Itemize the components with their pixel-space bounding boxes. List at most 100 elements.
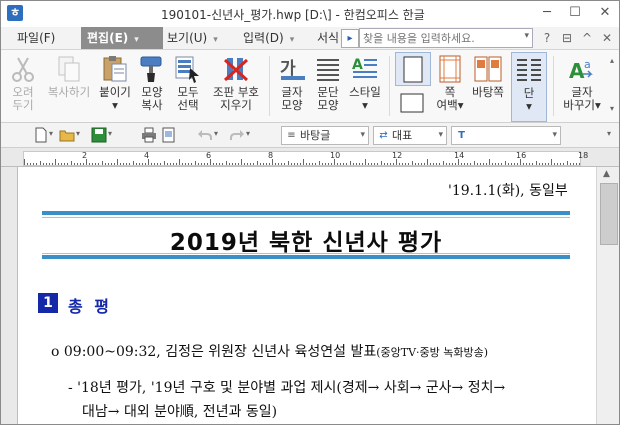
print-preview-icon[interactable] xyxy=(161,127,177,143)
ruler-tick xyxy=(95,163,97,165)
menu-view[interactable]: 보기(U) ▾ xyxy=(161,27,224,49)
page-orientation-button[interactable] xyxy=(395,88,429,118)
ruler-tick xyxy=(489,159,490,165)
change-case-button[interactable]: Aa 글자 바꾸기▾ xyxy=(559,52,605,120)
close-button[interactable]: ✕ xyxy=(593,3,617,23)
ribbon: 오려 두기 복사하기 붙이기 ▾ 모양 복사 모두 선택 조판 부호 지우기 가… xyxy=(1,50,619,123)
ruler-tick xyxy=(222,163,224,165)
ruler-tick xyxy=(358,163,360,165)
ribbon-scroll-down-icon[interactable]: ▾ xyxy=(607,104,617,114)
brush-icon xyxy=(137,54,167,84)
style-button[interactable]: A 스타일 ▾ xyxy=(347,52,383,120)
format-painter-button[interactable]: 모양 복사 xyxy=(135,52,169,120)
paste-button[interactable]: 붙이기 ▾ xyxy=(97,52,133,120)
font-language-dropdown-icon[interactable]: ▾ xyxy=(438,127,443,144)
ruler-tick xyxy=(448,163,450,165)
ruler-tick xyxy=(160,163,162,165)
toolbar-more-icon[interactable]: ▾ xyxy=(607,129,611,138)
scrollbar-thumb[interactable] xyxy=(600,183,618,245)
ruler-tick xyxy=(293,163,295,165)
redo-icon[interactable] xyxy=(229,127,245,143)
ruler-tick xyxy=(259,163,261,165)
close-document-icon[interactable]: ✕ xyxy=(599,30,615,46)
font-combo-dropdown-icon[interactable]: ▾ xyxy=(552,127,557,144)
ruler-tick xyxy=(554,163,556,165)
ruler-tick xyxy=(461,163,463,165)
master-page-label: 바탕쪽 xyxy=(472,85,504,99)
maximize-button[interactable]: ☐ xyxy=(563,3,587,23)
minimize-button[interactable]: ─ xyxy=(535,3,559,23)
ruler-tick xyxy=(361,163,363,165)
menu-format[interactable]: 서식 xyxy=(311,27,345,49)
undo-dropdown-icon[interactable]: ▾ xyxy=(214,129,218,138)
ruler-tick xyxy=(349,161,351,165)
help-icon[interactable]: ? xyxy=(539,30,555,46)
ruler-tick xyxy=(135,163,137,165)
ruler-tick xyxy=(281,163,283,165)
ruler-tick xyxy=(216,163,218,165)
vertical-scrollbar[interactable]: ▲ xyxy=(596,167,619,424)
style-icon: A xyxy=(350,54,380,84)
open-dropdown-icon[interactable]: ▾ xyxy=(76,129,80,138)
remove-markup-button[interactable]: 조판 부호 지우기 xyxy=(207,52,265,120)
master-page-button[interactable]: 바탕쪽 xyxy=(469,52,507,120)
ruler-tick xyxy=(107,163,109,165)
ruler-tick xyxy=(237,163,239,165)
horizontal-ruler[interactable]: 2 4 6 8 10 12 14 16 18 xyxy=(1,148,619,167)
paragraph-style-icon: ≡ xyxy=(287,130,296,141)
ruler-tick xyxy=(275,163,277,165)
vertical-ruler[interactable] xyxy=(1,167,18,424)
sub-bullet-line-1: - '18년 평가, '19년 구호 및 분야별 과업 제시(경제→ 사회→ 군… xyxy=(68,380,506,396)
style-combo-dropdown-icon[interactable]: ▾ xyxy=(360,127,365,144)
menu-insert[interactable]: 입력(D) ▾ xyxy=(237,27,300,49)
ruler-tick xyxy=(203,163,205,165)
help-search-input[interactable] xyxy=(360,29,516,47)
document-page[interactable]: '19.1.1(화), 동일부 2019년 북한 신년사 평가 1 총 평 o … xyxy=(18,167,595,424)
font-combo[interactable]: T ▾ xyxy=(451,126,561,145)
more-menu-button[interactable]: ▸ xyxy=(341,29,359,48)
scroll-up-icon[interactable]: ▲ xyxy=(603,169,610,179)
search-dropdown-icon[interactable]: ▾ xyxy=(524,31,529,41)
style-dropdown-icon[interactable]: ▾ xyxy=(347,99,383,112)
save-icon[interactable] xyxy=(91,127,107,143)
ruler-tick xyxy=(82,163,84,165)
ruler-tick xyxy=(185,163,187,165)
page-icon xyxy=(398,55,428,85)
ruler-tick xyxy=(433,163,435,165)
new-document-icon[interactable] xyxy=(33,127,49,143)
ruler-number: 8 xyxy=(268,151,274,160)
restore-ribbon-icon[interactable]: ⊟ xyxy=(559,30,575,46)
style-combo[interactable]: ≡ 바탕글 ▾ xyxy=(281,126,369,145)
menu-file[interactable]: 파일(F) xyxy=(11,27,61,49)
ribbon-separator xyxy=(389,56,390,116)
font-language-icon: ⇄ xyxy=(379,130,388,141)
chevron-down-icon: ▾ xyxy=(213,35,218,45)
columns-button[interactable]: 단 ▾ xyxy=(511,52,547,122)
help-search-box[interactable]: ▾ xyxy=(359,28,533,48)
ribbon-scroll-up-icon[interactable]: ▴ xyxy=(607,56,617,66)
new-dropdown-icon[interactable]: ▾ xyxy=(49,129,53,138)
font-language-combo[interactable]: ⇄ 대표 ▾ xyxy=(373,126,447,145)
menu-edit[interactable]: 편집(E) ▾ xyxy=(81,27,163,49)
save-dropdown-icon[interactable]: ▾ xyxy=(108,129,112,138)
ruler-tick xyxy=(513,163,515,165)
open-folder-icon[interactable] xyxy=(59,127,75,143)
page-setup-button[interactable] xyxy=(395,52,431,86)
hwp-app-icon[interactable]: ㅎ xyxy=(7,5,23,21)
columns-dropdown-icon[interactable]: ▾ xyxy=(512,100,546,113)
ruler-tick xyxy=(179,159,180,165)
copy-button[interactable]: 복사하기 xyxy=(43,52,95,120)
char-shape-button[interactable]: 가 글자 모양 xyxy=(275,52,309,120)
print-icon[interactable] xyxy=(141,127,157,143)
page-margin-button[interactable]: 쪽 여백▾ xyxy=(433,52,467,120)
redo-dropdown-icon[interactable]: ▾ xyxy=(246,129,250,138)
ruler-tick xyxy=(76,163,78,165)
select-all-button[interactable]: 모두 선택 xyxy=(171,52,205,120)
undo-icon[interactable] xyxy=(197,127,213,143)
paste-dropdown-icon[interactable]: ▾ xyxy=(97,99,133,112)
ruler-tick xyxy=(206,163,208,165)
minimize-ribbon-icon[interactable]: ^ xyxy=(579,30,595,46)
para-shape-button[interactable]: 문단 모양 xyxy=(311,52,345,120)
cut-button[interactable]: 오려 두기 xyxy=(5,52,41,120)
ribbon-scroll[interactable]: ▴ ▾ xyxy=(607,56,617,114)
